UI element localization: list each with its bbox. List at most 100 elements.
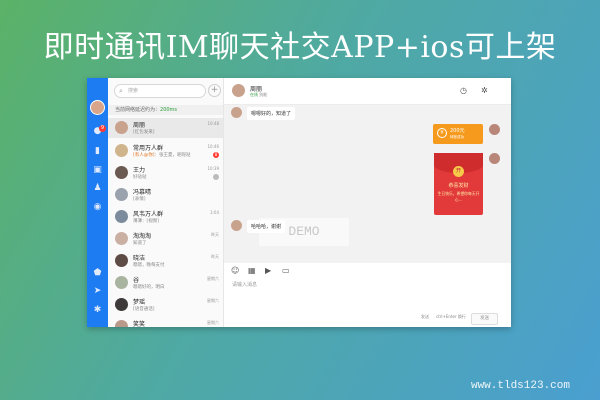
conversation-preview: [语音通话] [133, 307, 155, 312]
conversation-item[interactable]: 王力 好哒哒 10:39 [108, 163, 223, 183]
red-packet-card[interactable]: 开 恭喜发财 生日快乐，希望你每天开心... [434, 153, 483, 215]
avatar [115, 166, 128, 179]
avatar [115, 320, 128, 327]
unread-badge: 8 [213, 152, 219, 158]
footer-url: www.tlds123.com [470, 380, 570, 392]
search-icon: ⌕ [119, 87, 123, 95]
conversation-name: 冯慕晴 [133, 189, 152, 196]
conversation-time: 3:04 [210, 210, 219, 215]
yuan-icon: ¥ [437, 128, 447, 138]
conversation-item[interactable]: 周丽 [红包发来] 10:48 [108, 118, 223, 138]
history-clock-icon[interactable]: ◷ [460, 86, 467, 95]
conversation-name: 笑笑 [133, 321, 146, 327]
contact-avatar [231, 220, 242, 231]
conversation-item[interactable]: 淘淘淘 知道了 昨天 [108, 229, 223, 249]
settings-gear-icon[interactable]: ✲ [481, 86, 488, 95]
avatar [115, 254, 128, 267]
contact-avatar [231, 107, 242, 118]
nav-rail: ● 9 ▮ ▣ ♟ ◉ ⬟ ➤ ✱ [87, 78, 108, 327]
message-input[interactable]: 请输入消息 [232, 281, 257, 288]
red-packet-title: 恭喜发财 [448, 183, 469, 189]
conversation-preview: 嗯嗯，晚每支付 [133, 263, 165, 268]
conversation-name: 淘淘淘 [133, 233, 152, 240]
search-placeholder: 搜索 [128, 88, 139, 94]
folder-icon[interactable]: ▭ [282, 266, 290, 275]
conversation-item[interactable]: 笑笑 星期六 [108, 317, 223, 327]
group-icon[interactable]: ▣ [92, 165, 103, 176]
conversation-item[interactable]: 冯慕晴 [表情] [108, 185, 223, 205]
image-icon[interactable]: ▦ [248, 266, 256, 275]
unread-badge: 9 [99, 125, 106, 132]
message-bubble: 哈哈哈，谢谢 [247, 220, 286, 233]
chat-pane: 周丽 在线 别能 ◷ ✲ 嗯嗯好的，知道了 ¥ 200元 转账成功 开 恭喜发财… [224, 78, 511, 327]
newline-hint: ctrl+Enter 换行 [436, 314, 466, 319]
status-extra: 别能 [259, 92, 268, 97]
avatar [115, 210, 128, 223]
my-avatar[interactable] [90, 100, 105, 115]
conversation-item[interactable]: 风韦万人群 薄薄：[视频] 3:04 [108, 207, 223, 227]
contacts-book-icon[interactable]: ▮ [92, 146, 103, 157]
composer-toolbar: ☺ ▦ ▶ ▭ [224, 264, 511, 278]
message-area: 嗯嗯好的，知道了 ¥ 200元 转账成功 开 恭喜发财 生日快乐，希望你每天开心… [224, 105, 511, 263]
latency-value: 200ms [160, 107, 178, 113]
conversation-item[interactable]: 谷 嗯嗯好的，明白 星期六 [108, 273, 223, 293]
chat-header: 周丽 在线 别能 ◷ ✲ [224, 78, 511, 105]
my-avatar [489, 153, 500, 164]
send-hint: 发送 [421, 314, 429, 319]
contact-status: 在线 别能 [250, 92, 267, 98]
latency-label: 当前网络延迟约为： [115, 107, 161, 113]
conversation-time: 星期六 [207, 320, 219, 325]
latency-bar: 当前网络延迟约为：200ms [108, 105, 223, 115]
conversation-name: 晓洁 [133, 255, 146, 262]
avatar [115, 121, 128, 134]
avatar [115, 276, 128, 289]
im-app-window: ● 9 ▮ ▣ ♟ ◉ ⬟ ➤ ✱ ⌕ 搜索 + 当前网络延迟约为：200ms … [87, 78, 511, 327]
message-bubble: 嗯嗯好的，知道了 [247, 107, 296, 120]
my-avatar [489, 124, 500, 135]
conversation-name: 风韦万人群 [133, 211, 164, 218]
search-input[interactable]: ⌕ 搜索 [114, 84, 206, 98]
contact-avatar[interactable] [232, 84, 245, 97]
conversation-preview: [有人@你]：张王夏，呢呢哒 [133, 152, 191, 158]
avatar [115, 298, 128, 311]
mention-tag: [有人@你] [133, 153, 155, 158]
conversation-name: 梦瑶 [133, 299, 146, 306]
conversation-preview: 嗯嗯好的，明白 [133, 285, 165, 290]
preview-text: ：张王夏，呢呢哒 [154, 153, 191, 158]
conversation-name: 周丽 [133, 122, 146, 129]
conversation-list: ⌕ 搜索 + 当前网络延迟约为：200ms 周丽 [红包发来] 10:48 常用… [108, 78, 224, 327]
conversation-preview: [表情] [133, 197, 146, 202]
conversation-time: 昨天 [211, 232, 219, 237]
compass-icon[interactable]: ◉ [92, 202, 103, 213]
open-seal-icon: 开 [453, 166, 464, 177]
conversation-time: 10:46 [207, 144, 219, 149]
video-icon[interactable]: ▶ [265, 266, 271, 275]
conversation-item[interactable]: 晓洁 嗯嗯，晚每支付 昨天 [108, 251, 223, 271]
composer-footer: 发送 ctrl+Enter 换行 发送 [224, 312, 511, 325]
conversation-time: 昨天 [211, 254, 219, 259]
conversation-time: 10:48 [207, 121, 219, 126]
mute-icon [213, 174, 219, 180]
emoji-icon[interactable]: ☺ [231, 266, 239, 275]
conversation-name: 常用万人群 [133, 145, 164, 152]
conversation-item[interactable]: 常用万人群 [有人@你]：张王夏，呢呢哒 10:46 8 [108, 141, 223, 161]
send-plane-icon[interactable]: ➤ [92, 286, 103, 297]
conversation-name: 王力 [133, 167, 146, 174]
conversation-name: 谷 [133, 277, 140, 284]
shield-icon[interactable]: ⬟ [92, 268, 103, 279]
user-icon[interactable]: ♟ [92, 183, 103, 194]
transfer-card[interactable]: ¥ 200元 转账成功 [433, 124, 483, 144]
add-button[interactable]: + [208, 84, 221, 97]
conversation-preview: 知道了 [133, 241, 147, 246]
conversation-preview: 好哒哒 [133, 175, 147, 180]
send-button[interactable]: 发送 [471, 313, 498, 325]
avatar [115, 188, 128, 201]
settings-gear-icon[interactable]: ✱ [92, 305, 103, 316]
transfer-amount: 200元 [450, 128, 465, 134]
headline: 即时通讯IM聊天社交APP+ios可上架 [43, 30, 557, 65]
status-online: 在线 [250, 92, 258, 97]
conversation-item[interactable]: 梦瑶 [语音通话] 星期六 [108, 295, 223, 315]
transfer-label: 转账成功 [450, 135, 464, 139]
conversation-time: 星期六 [207, 276, 219, 281]
conversation-preview: [红包发来] [133, 130, 155, 135]
